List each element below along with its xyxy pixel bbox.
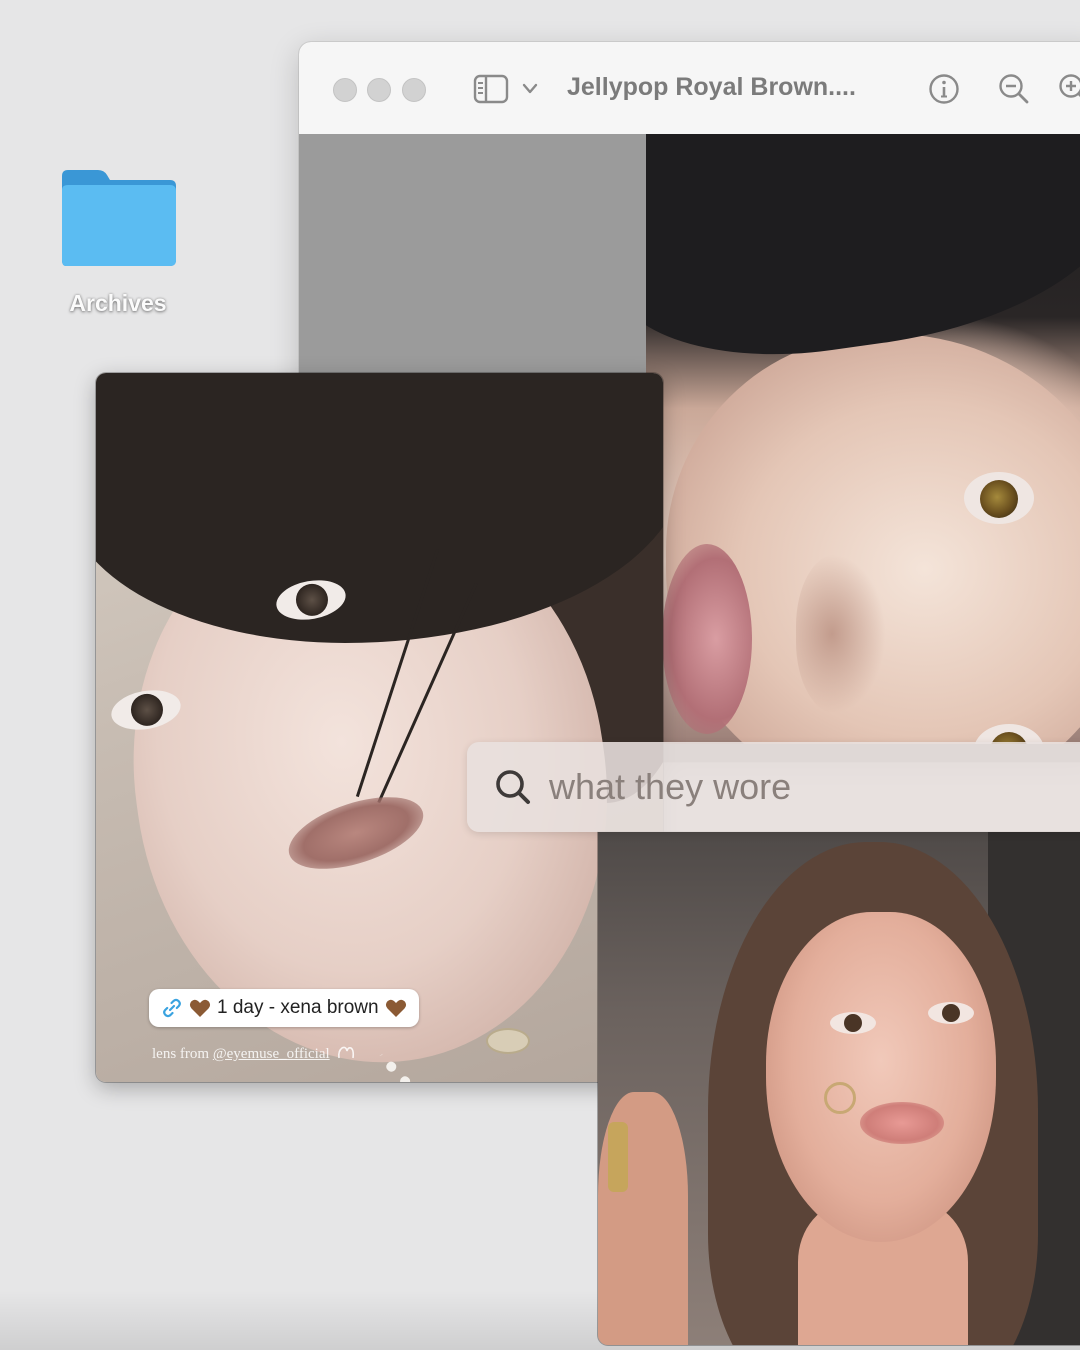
photo-nose bbox=[796, 554, 886, 714]
zoom-window-button[interactable] bbox=[402, 78, 426, 102]
photo-hair bbox=[646, 134, 1080, 379]
photo-face bbox=[766, 912, 996, 1242]
photo-earring bbox=[824, 1082, 856, 1114]
photo-eye bbox=[830, 1012, 876, 1034]
minimize-window-button[interactable] bbox=[367, 78, 391, 102]
chevron-down-icon[interactable] bbox=[521, 82, 539, 96]
photo-card-left[interactable]: 1 day - xena brown lens from @eyemuse_of… bbox=[96, 373, 663, 1082]
photo-card-bottom-right[interactable] bbox=[598, 832, 1080, 1345]
photo-eye bbox=[928, 1002, 974, 1024]
window-titlebar: Jellypop Royal Brown.... bbox=[299, 42, 1080, 135]
credit-handle-link[interactable]: @eyemuse_official bbox=[213, 1046, 330, 1062]
link-sticker[interactable]: 1 day - xena brown bbox=[149, 989, 419, 1027]
photo-lips bbox=[860, 1102, 944, 1144]
zoom-out-icon[interactable] bbox=[997, 72, 1031, 106]
brown-heart-icon bbox=[385, 999, 406, 1017]
preview-photo-tilted-face[interactable] bbox=[646, 134, 1080, 744]
search-icon bbox=[496, 770, 530, 804]
lens-credit: lens from @eyemuse_official bbox=[152, 1045, 355, 1063]
photo-eye bbox=[964, 472, 1034, 524]
search-bar[interactable]: what they wore bbox=[467, 742, 1080, 832]
info-icon[interactable] bbox=[927, 72, 961, 106]
hands-heart-icon bbox=[338, 1046, 355, 1059]
necklace-pendant bbox=[486, 1028, 530, 1054]
sidebar-toggle-icon[interactable] bbox=[473, 74, 509, 104]
photo-bracelet bbox=[608, 1122, 628, 1192]
brown-heart-icon bbox=[189, 999, 211, 1017]
zoom-in-icon[interactable] bbox=[1057, 72, 1080, 106]
desktop-folder-archives[interactable]: Archives bbox=[56, 168, 180, 317]
folder-label: Archives bbox=[69, 290, 167, 316]
photo-lips bbox=[662, 544, 752, 734]
search-input[interactable]: what they wore bbox=[549, 766, 791, 808]
folder-icon bbox=[62, 170, 176, 266]
credit-prefix: lens from bbox=[152, 1046, 213, 1062]
window-title: Jellypop Royal Brown.... bbox=[567, 73, 856, 101]
sticker-text: 1 day - xena brown bbox=[217, 997, 379, 1018]
close-window-button[interactable] bbox=[333, 78, 357, 102]
link-icon bbox=[163, 998, 181, 1018]
